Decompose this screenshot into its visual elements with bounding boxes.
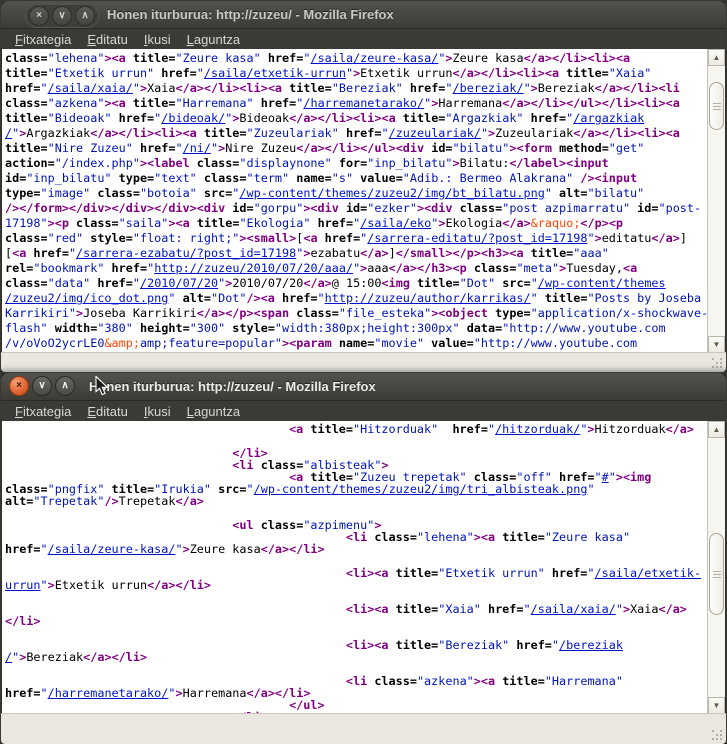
close-button[interactable]: × [29,6,49,26]
source-link[interactable]: # [602,470,609,484]
menu-editatu[interactable]: Editatu [79,31,135,48]
close-button[interactable]: × [9,376,29,396]
source-line: /">Bereziak</a></li> [5,651,708,663]
menubar: FitxategiaEditatuIkusiLaguntza [1,29,726,49]
source-link[interactable]: /saila/xaia/ [531,602,616,616]
source-link[interactable]: /wp-content/themes/zuzeu2/img/bt_bilatu.… [239,186,544,200]
resize-grip[interactable] [711,729,723,741]
source-link[interactable]: /bereziak [559,638,623,652]
source-link[interactable]: /wp-content/themes [538,276,666,290]
source-view[interactable]: <a title="Hitzorduak" href="/hitzorduak/… [2,421,725,714]
source-link[interactable]: /bereziak/ [453,81,524,95]
source-link[interactable]: /sarrera-ezabatu/?post_id=17198 [76,246,296,260]
source-link[interactable]: /saila/xaia/ [48,81,133,95]
source-link[interactable]: http://zuzeu/author/karrikas/ [325,291,531,305]
source-link[interactable]: /sarrera-editatu/?post_id=17198 [367,231,587,245]
minimize-button[interactable]: ∨ [52,6,72,26]
resize-grip[interactable] [711,357,723,369]
scroll-thumb[interactable] [709,533,724,615]
source-line: title="Etxetik urrun" href="/saila/etxet… [5,66,708,81]
source-line: /v/oVoO2ycrLE0&amp;amp;feature=popular">… [5,336,708,351]
menu-laguntza[interactable]: Laguntza [179,403,249,420]
v-scrollbar[interactable]: ▲ ▼ [707,49,725,353]
source-line: href="/harremanetarako/">Harremana</a></… [5,687,708,699]
source-code[interactable]: <a title="Hitzorduak" href="/hitzorduak/… [2,421,708,714]
source-line: <a title="Hitzorduak" href="/hitzorduak/… [5,423,708,435]
source-link[interactable]: /harremanetarako/ [48,686,169,700]
source-link[interactable]: /bideoak/ [161,111,225,125]
scroll-down-button[interactable]: ▼ [708,336,725,353]
minimize-button[interactable]: ∨ [32,376,52,396]
source-line: class="lehena"><a title="Zeure kasa" hre… [5,51,708,66]
source-line: href="/saila/zeure-kasa/">Zeure kasa</a>… [5,543,708,555]
status-bar [1,352,726,372]
source-link[interactable]: /hitzorduak/ [495,422,580,436]
menu-laguntza[interactable]: Laguntza [179,31,249,48]
menu-ikusi[interactable]: Ikusi [136,31,179,48]
source-link[interactable]: /ni/ [183,141,211,155]
scroll-down-button[interactable]: ▼ [708,697,725,714]
titlebar[interactable]: × ∨ ∧ Honen iturburua: http://zuzeu/ - M… [1,373,726,401]
firefox-source-window-bottom: × ∨ ∧ Honen iturburua: http://zuzeu/ - M… [0,372,727,744]
status-bar [1,713,726,744]
menu-fitxategia[interactable]: Fitxategia [7,403,79,420]
source-line: class="azkena"><a title="Harremana" href… [5,96,708,111]
firefox-source-window-top: × ∨ ∧ Honen iturburua: http://zuzeu/ - M… [0,0,727,373]
source-line: alt="Trepetak"/>Trepetak</a> [5,495,708,507]
maximize-button[interactable]: ∧ [75,6,95,26]
source-line: flash" width="380" height="300" style="w… [5,321,708,336]
source-link[interactable]: /wp-content/themes/zuzeu2/img/tri_albist… [254,482,588,496]
window-controls: × ∨ ∧ [25,4,99,28]
source-link[interactable]: /saila/eko [360,216,431,230]
source-line: 17198"><p class="saila"><a title="Ekolog… [5,216,708,231]
source-link[interactable]: /saila/zeure-kasa/ [48,542,176,556]
source-line: <li><a title="Xaia" href="/saila/xaia/">… [5,603,708,615]
window-title: Honen iturburua: http://zuzeu/ - Mozilla… [107,7,394,22]
source-line: type="image" class="botoia" src="/wp-con… [5,186,708,201]
menu-editatu[interactable]: Editatu [79,403,135,420]
source-link[interactable]: /argazkiak [573,111,644,125]
source-line: /zuzeu2/img/ico_dot.png" alt="Dot"/><a h… [5,291,708,306]
source-view[interactable]: class="lehena"><a title="Zeure kasa" hre… [2,49,725,353]
v-scrollbar[interactable]: ▲ ▼ [707,421,725,714]
source-line: /">Argazkiak</a></li><li><a title="Zuzeu… [5,126,708,141]
menu-fitxategia[interactable]: Fitxategia [7,31,79,48]
source-link[interactable]: /zuzeulariak/ [389,126,481,140]
source-link[interactable]: http://zuzeu/2010/07/20/aaa/ [154,261,353,275]
window-title: Honen iturburua: http://zuzeu/ - Mozilla… [89,379,376,394]
source-line: title="Nire Zuzeu" href="/ni/">Nire Zuze… [5,141,708,156]
source-line: class="data" href="/2010/07/20">2010/07/… [5,276,708,291]
maximize-button[interactable]: ∧ [55,376,75,396]
source-line: action="/index.php"><label class="displa… [5,156,708,171]
source-link[interactable]: /2010/07/20 [140,276,218,290]
source-code[interactable]: class="lehena"><a title="Zeure kasa" hre… [2,49,708,353]
source-line: class="red" style="float: right;"><small… [5,231,708,246]
menu-ikusi[interactable]: Ikusi [136,403,179,420]
window-controls: × ∨ ∧ [9,376,75,396]
source-link[interactable]: /saila/etxetik-urrun [204,66,346,80]
scroll-up-button[interactable]: ▲ [708,421,725,438]
source-link[interactable]: /harremanetarako/ [303,96,424,110]
source-line: /></form></div></div></div><div id="gorp… [5,201,708,216]
source-link[interactable]: /saila/etxetik- [595,566,702,580]
source-line: Karrikiri">Joseba Karrikiri</a></p><span… [5,306,708,321]
titlebar[interactable]: × ∨ ∧ Honen iturburua: http://zuzeu/ - M… [1,1,726,29]
source-line: </ul> [5,699,708,711]
source-line: href="/saila/xaia/">Xaia</a></li><li><a … [5,81,708,96]
source-line: [<a href="/sarrera-ezabatu/?post_id=1719… [5,246,708,261]
source-line: rel="bookmark" href="http://zuzeu/2010/0… [5,261,708,276]
desktop: × ∨ ∧ Honen iturburua: http://zuzeu/ - M… [0,0,727,744]
source-line: id="inp_bilatu" type="text" class="term"… [5,171,708,186]
source-line: title="Bideoak" href="/bideoak/">Bideoak… [5,111,708,126]
source-link[interactable]: /zuzeu2/img/ico_dot.png [5,291,168,305]
scroll-thumb[interactable] [709,82,724,130]
source-line: </li> [5,615,708,627]
scroll-up-button[interactable]: ▲ [708,49,725,66]
menubar: FitxategiaEditatuIkusiLaguntza [1,401,726,421]
source-line: urrun">Etxetik urrun</a></li> [5,579,708,591]
source-line [5,435,708,447]
source-link[interactable]: /saila/zeure-kasa/ [310,51,438,65]
